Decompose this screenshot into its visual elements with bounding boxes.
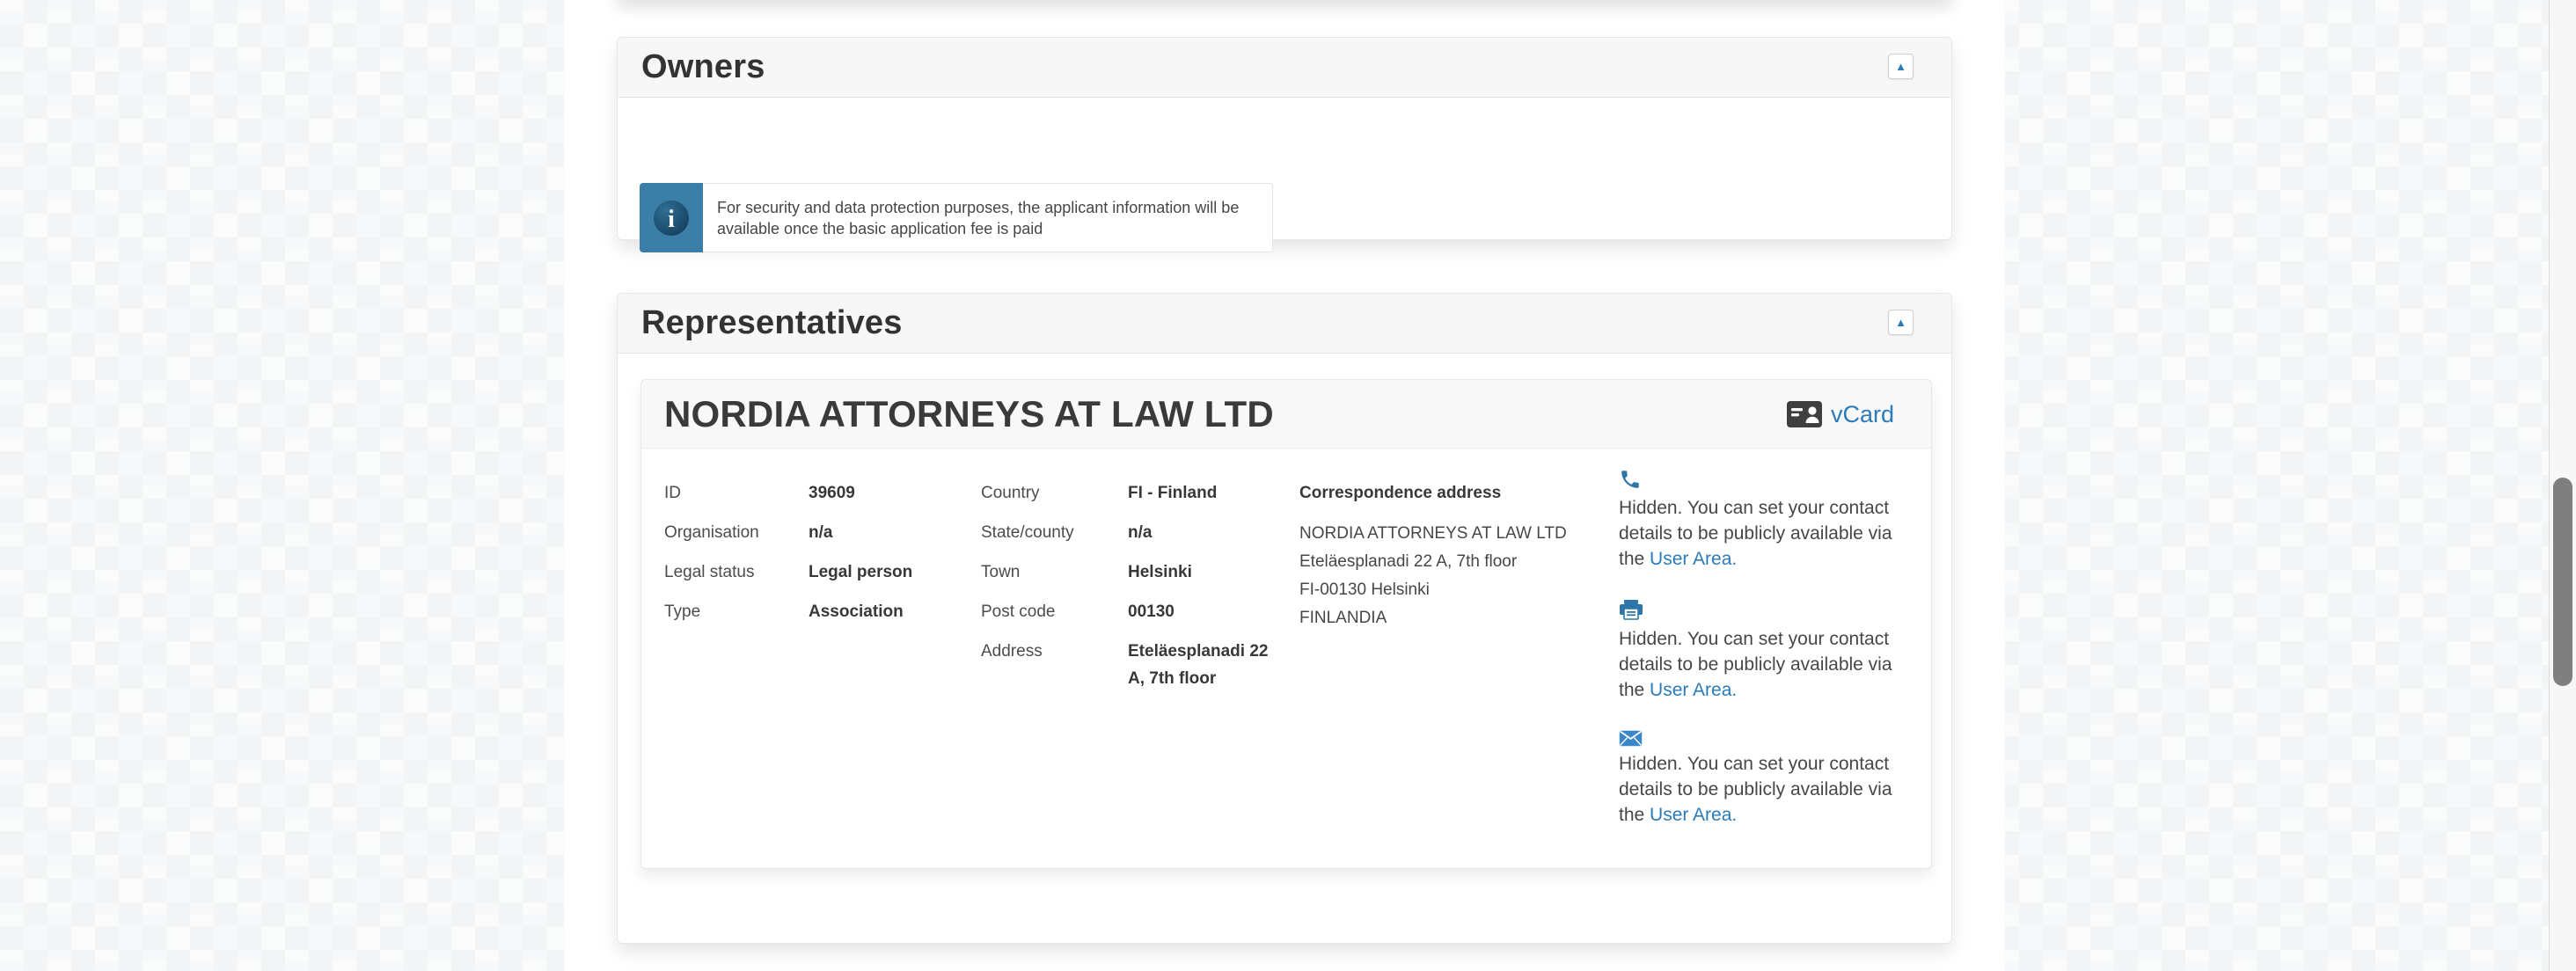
field-label: Legal status (664, 552, 809, 592)
main-content-area: Owners ▲ i (564, 0, 2005, 971)
representatives-collapse-button[interactable]: ▲ (1888, 310, 1914, 335)
vcard-icon (1787, 401, 1822, 427)
owners-section-header: Owners ▲ (618, 38, 1951, 98)
field-label: ID (664, 473, 809, 513)
user-area-link[interactable]: User Area. (1650, 680, 1737, 700)
representative-id-link[interactable]: 39609 (809, 473, 855, 513)
field-row-post-code: Post code 00130 (981, 592, 1269, 632)
info-text: For security and data protection purpose… (717, 197, 1258, 239)
correspondence-line: FINLANDIA (1299, 604, 1599, 632)
owners-section: Owners ▲ i (617, 37, 1952, 240)
svg-text:i: i (668, 206, 675, 233)
representative-card: NORDIA ATTORNEYS AT LAW LTD vCard ID (640, 379, 1932, 869)
fax-icon (1619, 599, 1643, 622)
representatives-title: Representatives (641, 304, 903, 342)
field-value: Legal person (809, 552, 912, 592)
field-label: Country (981, 473, 1128, 513)
owners-title: Owners (641, 48, 765, 86)
phone-icon (1619, 468, 1642, 491)
vertical-scrollbar-track[interactable] (2549, 0, 2576, 971)
chevron-up-icon: ▲ (1895, 317, 1906, 328)
vcard-link[interactable]: vCard (1831, 401, 1894, 428)
field-row-type: Type Association (664, 592, 912, 632)
correspondence-line: NORDIA ATTORNEYS AT LAW LTD (1299, 520, 1599, 548)
field-label: State/county (981, 513, 1128, 552)
representative-name: NORDIA ATTORNEYS AT LAW LTD (664, 393, 1274, 435)
correspondence-address-lines: NORDIA ATTORNEYS AT LAW LTD Eteläesplana… (1299, 520, 1599, 632)
info-icon: i (652, 199, 691, 237)
field-row-organisation: Organisation n/a (664, 513, 912, 552)
representative-card-header: NORDIA ATTORNEYS AT LAW LTD vCard (641, 380, 1931, 449)
phone-hidden-text: Hidden. You can set your contact details… (1619, 495, 1913, 572)
field-row-address: Address Eteläesplanadi 22 A, 7th floor (981, 632, 1269, 692)
vertical-scrollbar-thumb[interactable] (2553, 478, 2572, 686)
field-value: Helsinki (1128, 552, 1192, 592)
details-column-2: Country FI - Finland State/county n/a To… (981, 473, 1269, 692)
email-hidden-text: Hidden. You can set your contact details… (1619, 751, 1913, 828)
field-label: Organisation (664, 513, 809, 552)
field-value: n/a (1128, 513, 1152, 552)
vcard-download[interactable]: vCard (1787, 380, 1894, 449)
field-value: FI - Finland (1128, 473, 1217, 513)
field-row-country: Country FI - Finland (981, 473, 1269, 513)
phone-contact-block: Hidden. You can set your contact details… (1619, 468, 1913, 572)
correspondence-address-block: Correspondence address NORDIA ATTORNEYS … (1299, 473, 1599, 632)
field-row-town: Town Helsinki (981, 552, 1269, 592)
field-label: Address (981, 632, 1128, 671)
representatives-section: Representatives ▲ NORDIA ATTORNEYS AT LA… (617, 293, 1952, 944)
field-row-state-county: State/county n/a (981, 513, 1269, 552)
field-label: Town (981, 552, 1128, 592)
field-label: Post code (981, 592, 1128, 632)
email-contact-block: Hidden. You can set your contact details… (1619, 730, 1913, 828)
info-message: i For security and data protection purpo… (640, 183, 1273, 252)
correspondence-line: FI-00130 Helsinki (1299, 576, 1599, 604)
details-column-1: ID 39609 Organisation n/a Legal status L… (664, 473, 912, 632)
fax-hidden-text: Hidden. You can set your contact details… (1619, 626, 1913, 703)
field-label: Type (664, 592, 809, 632)
field-value: n/a (809, 513, 832, 552)
correspondence-line: Eteläesplanadi 22 A, 7th floor (1299, 548, 1599, 576)
user-area-link[interactable]: User Area. (1650, 549, 1737, 569)
chevron-up-icon: ▲ (1895, 61, 1906, 72)
correspondence-address-header: Correspondence address (1299, 473, 1599, 513)
email-icon (1619, 730, 1643, 747)
field-row-id: ID 39609 (664, 473, 912, 513)
fax-contact-block: Hidden. You can set your contact details… (1619, 599, 1913, 703)
info-message-text: For security and data protection purpose… (703, 183, 1273, 252)
contact-details-column: Hidden. You can set your contact details… (1619, 468, 1913, 855)
field-value: 00130 (1128, 592, 1175, 632)
field-row-legal-status: Legal status Legal person (664, 552, 912, 592)
field-value: Eteläesplanadi 22 A, 7th floor (1128, 632, 1269, 692)
owners-collapse-button[interactable]: ▲ (1888, 54, 1914, 79)
info-badge: i (640, 183, 703, 252)
field-value: Association (809, 592, 904, 632)
representatives-section-header: Representatives ▲ (618, 294, 1951, 354)
user-area-link[interactable]: User Area. (1650, 805, 1737, 825)
